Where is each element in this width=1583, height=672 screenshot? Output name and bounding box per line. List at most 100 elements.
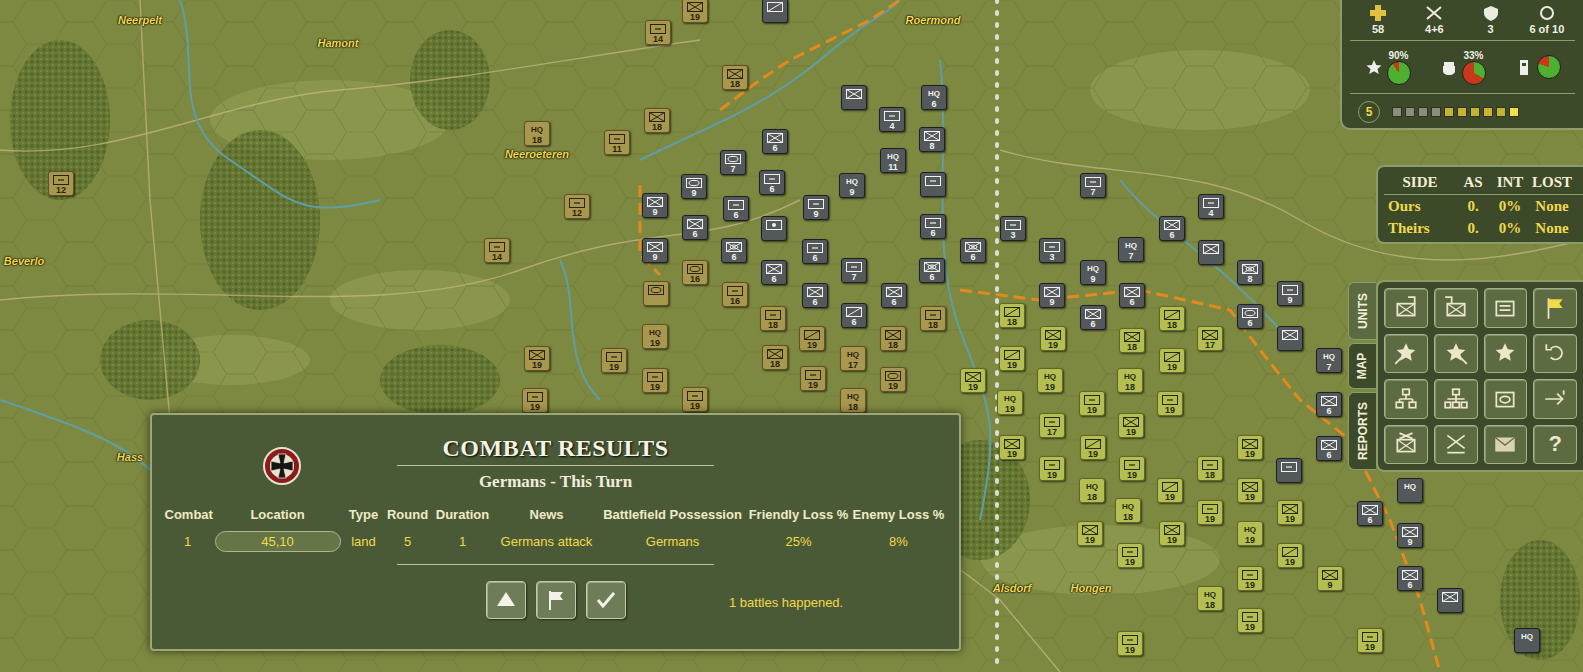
unit-counter[interactable]: 19 [1079, 391, 1105, 416]
unit-counter[interactable]: 19 [800, 366, 826, 391]
unit-counter[interactable]: 9 [1039, 283, 1065, 308]
command-button[interactable] [1434, 334, 1478, 374]
location-field[interactable]: 45,10 [215, 531, 341, 553]
unit-counter[interactable]: 9 [1397, 523, 1423, 548]
unit-counter[interactable]: 6 [723, 196, 749, 221]
unit-counter[interactable]: 19 [524, 346, 550, 371]
unit-counter[interactable]: 6 [762, 129, 788, 154]
unit-counter[interactable]: 19 [1119, 456, 1145, 481]
command-button[interactable] [1484, 425, 1528, 465]
unit-counter[interactable]: 19 [880, 367, 906, 392]
unit-counter[interactable]: HQ18 [1115, 498, 1141, 523]
unit-counter[interactable]: 16 [682, 260, 708, 285]
unit-counter[interactable]: 18 [920, 306, 946, 331]
unit-counter[interactable]: 19 [1080, 435, 1106, 460]
unit-counter[interactable]: 18 [1119, 328, 1145, 353]
unit-counter[interactable]: 9 [681, 174, 707, 199]
unit-counter[interactable]: 6 [1159, 216, 1185, 241]
unit-counter[interactable]: 19 [1277, 543, 1303, 568]
unit-counter[interactable] [920, 172, 946, 197]
unit-counter[interactable]: 19 [1157, 391, 1183, 416]
unit-counter[interactable]: 19 [1237, 435, 1263, 460]
unit-counter[interactable]: 18 [762, 345, 788, 370]
unit-counter[interactable]: 3 [1000, 216, 1026, 241]
command-button[interactable] [1484, 288, 1528, 328]
side-tab[interactable]: MAP [1348, 343, 1376, 389]
unit-counter[interactable]: 17 [1197, 326, 1223, 351]
unit-counter[interactable]: 6 [1237, 304, 1263, 329]
unit-counter[interactable]: 18 [1159, 306, 1185, 331]
unit-counter[interactable]: HQ18 [1117, 368, 1143, 393]
unit-counter[interactable]: 19 [1117, 543, 1143, 568]
unit-counter[interactable]: 4 [879, 107, 905, 132]
results-row[interactable]: 145,10land51Germans attackGermans25%8% [165, 531, 947, 553]
unit-counter[interactable]: 6 [960, 238, 986, 263]
ok-button[interactable] [586, 581, 626, 619]
unit-counter[interactable]: 9 [1317, 566, 1343, 591]
command-button[interactable] [1434, 425, 1478, 465]
unit-counter[interactable]: HQ19 [997, 390, 1023, 415]
side-tab[interactable]: REPORTS [1348, 392, 1376, 470]
command-button[interactable] [1434, 288, 1478, 328]
unit-counter[interactable]: 16 [722, 282, 748, 307]
unit-counter[interactable]: HQ9 [1080, 260, 1106, 285]
unit-counter[interactable]: HQ6 [921, 85, 947, 110]
unit-counter[interactable]: 6 [920, 214, 946, 239]
unit-counter[interactable]: 6 [1316, 392, 1342, 417]
unit-counter[interactable]: 19 [682, 387, 708, 412]
unit-counter[interactable] [1276, 458, 1302, 483]
unit-counter[interactable]: 18 [760, 306, 786, 331]
unit-counter[interactable]: 19 [1077, 521, 1103, 546]
unit-counter[interactable]: 6 [1357, 501, 1383, 526]
unit-counter[interactable]: 14 [645, 20, 671, 45]
unit-counter[interactable]: 19 [1040, 326, 1066, 351]
unit-counter[interactable]: 8 [1237, 260, 1263, 285]
command-button[interactable] [1384, 379, 1428, 419]
unit-counter[interactable]: HQ18 [524, 121, 550, 146]
unit-counter[interactable] [1198, 240, 1224, 265]
unit-counter[interactable]: 6 [919, 258, 945, 283]
unit-counter[interactable] [643, 281, 669, 306]
unit-counter[interactable]: 6 [802, 283, 828, 308]
unit-counter[interactable] [761, 216, 787, 241]
unit-counter[interactable]: 19 [799, 326, 825, 351]
unit-counter[interactable]: 18 [880, 326, 906, 351]
unit-counter[interactable]: 19 [1157, 478, 1183, 503]
command-button[interactable] [1484, 379, 1528, 419]
unit-counter[interactable]: 19 [1197, 500, 1223, 525]
unit-counter[interactable]: 19 [1277, 500, 1303, 525]
unit-counter[interactable]: 12 [48, 171, 74, 196]
unit-counter[interactable]: 18 [644, 108, 670, 133]
scroll-up-button[interactable] [486, 581, 526, 619]
unit-counter[interactable]: 3 [1039, 238, 1065, 263]
unit-counter[interactable]: HQ17 [840, 346, 866, 371]
unit-counter[interactable]: 19 [999, 435, 1025, 460]
unit-counter[interactable]: 6 [761, 260, 787, 285]
unit-counter[interactable]: 7 [1080, 173, 1106, 198]
unit-counter[interactable]: 7 [720, 150, 746, 175]
command-button[interactable] [1484, 334, 1528, 374]
unit-counter[interactable]: 6 [1397, 566, 1423, 591]
unit-counter[interactable]: 6 [802, 239, 828, 264]
unit-counter[interactable]: 4 [1198, 194, 1224, 219]
unit-counter[interactable]: 11 [604, 130, 630, 155]
unit-counter[interactable]: 19 [1237, 566, 1263, 591]
unit-counter[interactable]: HQ [1397, 478, 1423, 503]
unit-counter[interactable]: HQ18 [1079, 478, 1105, 503]
unit-counter[interactable]: HQ19 [642, 324, 668, 349]
unit-counter[interactable]: 6 [682, 215, 708, 240]
unit-counter[interactable]: 18 [722, 65, 748, 90]
side-tab[interactable]: UNITS [1348, 282, 1376, 340]
unit-counter[interactable]: 7 [841, 258, 867, 283]
unit-counter[interactable]: 19 [682, 0, 708, 23]
unit-counter[interactable]: 19 [601, 348, 627, 373]
unit-counter[interactable]: 19 [960, 368, 986, 393]
unit-counter[interactable]: 19 [1039, 456, 1065, 481]
unit-counter[interactable]: 19 [999, 346, 1025, 371]
command-button[interactable] [1384, 425, 1428, 465]
unit-counter[interactable]: 6 [721, 238, 747, 263]
flag-button[interactable] [536, 581, 576, 619]
unit-counter[interactable]: 18 [1197, 456, 1223, 481]
unit-counter[interactable] [841, 85, 867, 110]
unit-counter[interactable]: 9 [642, 238, 668, 263]
